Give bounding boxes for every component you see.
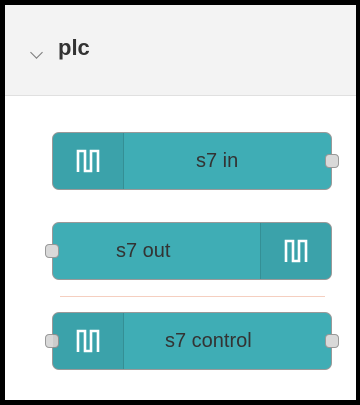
chevron-down-icon[interactable] (30, 46, 43, 59)
square-wave-icon (76, 329, 100, 353)
node-label: s7 in (196, 149, 239, 172)
square-wave-icon (76, 149, 100, 173)
node-divider (60, 296, 325, 297)
input-port[interactable] (45, 244, 59, 258)
node-label: s7 out (116, 239, 171, 262)
palette-node-s7-in[interactable]: s7 in (52, 132, 339, 190)
palette-node-s7-out[interactable]: s7 out (45, 222, 332, 280)
category-header-plc[interactable]: plc (5, 5, 356, 96)
node-label: s7 control (165, 329, 252, 352)
node-icon-area (260, 223, 331, 279)
palette-node-s7-control[interactable]: s7 control (45, 312, 339, 370)
output-port[interactable] (325, 154, 339, 168)
output-port[interactable] (325, 334, 339, 348)
palette-panel: plc s7 in s7 out s7 control (0, 0, 360, 405)
square-wave-icon (284, 239, 308, 263)
node-icon-area (53, 133, 124, 189)
category-title: plc (58, 35, 90, 60)
node-icon-area (53, 313, 124, 369)
